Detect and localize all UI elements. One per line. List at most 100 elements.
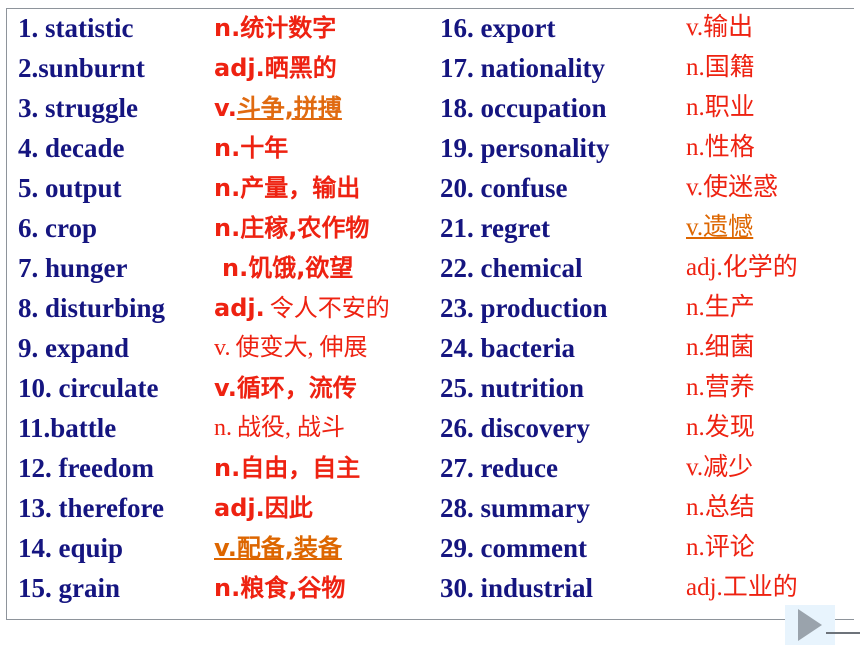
definition-right-8: n.生产 — [686, 288, 854, 328]
definition-right-3: n.职业 — [686, 88, 854, 128]
definition-right-pos-10: n. — [686, 374, 705, 401]
definition-left-pos-12: n. — [214, 454, 241, 482]
definition-right-meaning-4: 性格 — [704, 134, 755, 161]
definition-right-pos-8: n. — [686, 294, 705, 321]
word-item-right-14: 29. comment — [440, 533, 587, 563]
definition-right-meaning-3: 职业 — [704, 94, 755, 121]
definition-left-meaning-12: 自由，自主 — [240, 454, 361, 482]
definition-left-meaning-5: 产量，输出 — [240, 174, 361, 202]
word-item-left-3: 3. struggle — [18, 93, 138, 123]
word-item-left-8: 8. disturbing — [18, 293, 166, 323]
definition-left-meaning-8: 令人不安的 — [269, 294, 390, 322]
definition-right-pos-3: n. — [686, 94, 705, 121]
column-definitions-16-30: v.输出 n.国籍 n.职业 n.性格 v.使迷惑 v.遗憾 adj.化学的 n.生产 n.细菌… — [686, 8, 854, 608]
word-item-left-2: 2.sunburnt — [18, 53, 145, 83]
definition-left-meaning-3: 斗争,拼搏 — [236, 94, 342, 122]
definition-right-15: adj.工业的 — [686, 568, 854, 608]
definition-left-meaning-10: 循环，流传 — [236, 374, 357, 402]
definition-right-7: adj.化学的 — [686, 248, 854, 288]
word-item-right-5: 20. confuse — [440, 173, 568, 203]
definition-right-2: n.国籍 — [686, 48, 854, 88]
word-item-left-1: 1. statistic — [18, 13, 134, 43]
definition-left-meaning-13: 因此 — [264, 494, 313, 522]
slide-canvas: 1. statistic 2.sunburnt 3. struggle 4. deca… — [0, 0, 860, 645]
word-item-left-5: 5. output — [18, 173, 122, 203]
definition-left-13: adj.因此 — [214, 488, 436, 528]
definition-left-pos-3: v. — [214, 94, 237, 122]
definition-left-14: v.配备,装备 — [214, 528, 436, 568]
definition-left-meaning-4: 十年 — [240, 134, 289, 162]
definition-left-15: n.粮食,谷物 — [214, 568, 436, 608]
definition-left-meaning-7: 饥饿,欲望 — [248, 254, 354, 282]
definition-right-meaning-9: 细菌 — [704, 334, 755, 361]
word-item-left-12: 12. freedom — [18, 453, 154, 483]
definition-left-meaning-1: 统计数字 — [240, 14, 337, 42]
word-item-right-10: 25. nutrition — [440, 373, 585, 403]
word-item-right-3: 18. occupation — [440, 93, 607, 123]
definition-right-pos-2: n. — [686, 54, 705, 81]
word-item-right-12: 27. reduce — [440, 453, 558, 483]
word-item-left-13: 13. therefore — [18, 493, 164, 523]
definition-left-4: n.十年 — [214, 128, 436, 168]
definition-right-1: v.输出 — [686, 8, 854, 48]
definition-right-6: v.遗憾 — [686, 208, 854, 248]
definition-left-5: n.产量，输出 — [214, 168, 436, 208]
definition-right-4: n.性格 — [686, 128, 854, 168]
word-item-right-11: 26. discovery — [440, 413, 590, 443]
definition-right-pos-7: adj. — [686, 254, 723, 281]
definition-left-2: adj.晒黑的 — [214, 48, 436, 88]
play-triangle-icon — [798, 609, 822, 641]
definition-right-13: n.总结 — [686, 488, 854, 528]
definition-right-pos-12: v. — [686, 454, 704, 481]
word-item-left-14: 14. equip — [18, 533, 124, 563]
definition-right-pos-1: v. — [686, 14, 704, 41]
definition-left-pos-4: n. — [214, 134, 241, 162]
word-item-right-4: 19. personality — [440, 133, 610, 163]
word-item-left-4: 4. decade — [18, 133, 125, 163]
definition-right-pos-4: n. — [686, 134, 705, 161]
definition-right-12: v.减少 — [686, 448, 854, 488]
definition-right-meaning-2: 国籍 — [704, 54, 755, 81]
column-english-words-1-15: 1. statistic 2.sunburnt 3. struggle 4. deca… — [18, 8, 214, 608]
definition-left-6: n.庄稼,农作物 — [214, 208, 436, 248]
definition-left-meaning-14: 配备,装备 — [236, 534, 342, 562]
word-item-right-2: 17. nationality — [440, 53, 606, 83]
nav-underline-rule — [826, 632, 860, 634]
definition-left-pos-5: n. — [214, 174, 241, 202]
word-item-right-6: 21. regret — [440, 213, 550, 243]
definition-left-11: n. 战役, 战斗 — [214, 408, 436, 448]
definition-right-meaning-13: 总结 — [704, 494, 755, 521]
definition-left-pos-2: adj. — [214, 54, 265, 82]
word-item-right-13: 28. summary — [440, 493, 590, 523]
definition-right-pos-11: n. — [686, 414, 705, 441]
definition-right-meaning-5: 使迷惑 — [703, 174, 779, 201]
definition-left-meaning-9: 使变大, 伸展 — [235, 335, 368, 361]
definition-left-pos-11: n. — [214, 415, 232, 441]
definition-left-pos-13: adj. — [214, 494, 265, 522]
column-english-words-16-30: 16. export 17. nationality 18. occupation 1… — [440, 8, 684, 608]
definition-right-meaning-8: 生产 — [704, 294, 755, 321]
definition-left-10: v.循环，流传 — [214, 368, 436, 408]
definition-right-meaning-10: 营养 — [704, 374, 755, 401]
definition-left-pos-7: n. — [222, 254, 249, 282]
word-item-left-7: 7. hunger — [18, 253, 128, 283]
definition-left-meaning-6: 庄稼,农作物 — [240, 214, 370, 242]
definition-left-pos-14: v. — [214, 534, 237, 562]
definition-right-14: n.评论 — [686, 528, 854, 568]
definition-left-1: n.统计数字 — [214, 8, 436, 48]
definition-left-12: n.自由，自主 — [214, 448, 436, 488]
definition-right-meaning-11: 发现 — [704, 414, 755, 441]
word-item-right-1: 16. export — [440, 13, 556, 43]
definition-right-pos-14: n. — [686, 534, 705, 561]
definition-left-7: n.饥饿,欲望 — [214, 248, 436, 288]
word-item-left-11: 11.battle — [18, 413, 117, 443]
definition-left-meaning-15: 粮食,谷物 — [240, 574, 346, 602]
definition-right-10: n.营养 — [686, 368, 854, 408]
word-item-right-15: 30. industrial — [440, 573, 594, 603]
next-slide-button[interactable] — [785, 605, 835, 645]
definition-left-pos-10: v. — [214, 374, 237, 402]
definition-right-pos-13: n. — [686, 494, 705, 521]
definition-right-pos-15: adj. — [686, 574, 723, 601]
definition-left-meaning-11: 战役, 战斗 — [237, 415, 345, 441]
definition-right-pos-5: v. — [686, 174, 704, 201]
